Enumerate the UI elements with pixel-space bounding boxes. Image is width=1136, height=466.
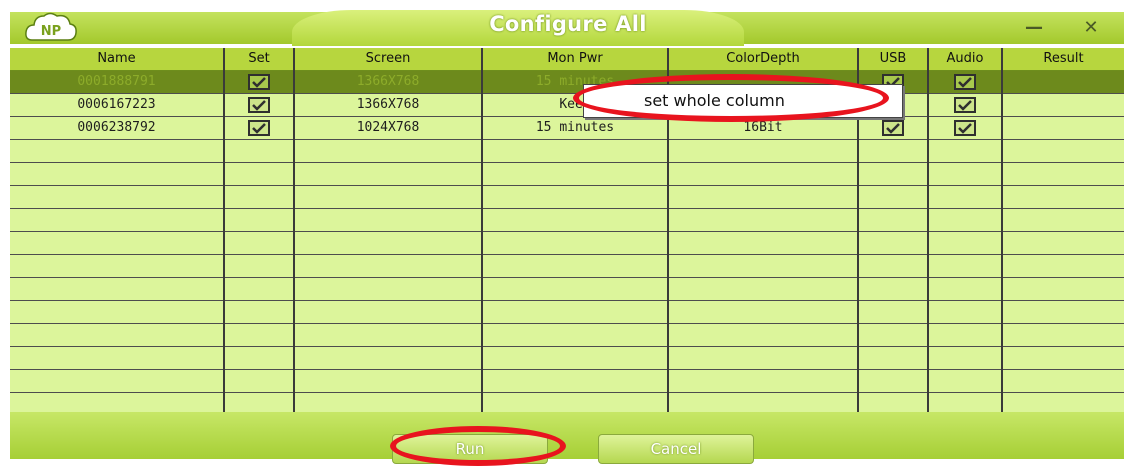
checkmark-icon [252, 77, 266, 88]
column-header-name[interactable]: Name [10, 51, 223, 66]
column-divider [481, 48, 483, 412]
set-checkbox[interactable] [248, 120, 270, 136]
table-row[interactable]: 0006167223 1366X768 Keep [10, 94, 1124, 117]
minimize-button[interactable]: — [1021, 18, 1047, 40]
set-checkbox[interactable] [248, 74, 270, 90]
cell-screen: 1024X768 [356, 120, 420, 135]
column-header-usb[interactable]: USB [859, 51, 927, 66]
table-header: Name Set Screen Mon Pwr ColorDepth USB A… [10, 48, 1124, 71]
table-row[interactable]: 0001888791 1366X768 15 minutes [10, 71, 1124, 94]
cancel-button[interactable]: Cancel [598, 434, 754, 464]
table-row[interactable] [10, 209, 1124, 232]
table-row[interactable] [10, 301, 1124, 324]
column-divider [1001, 48, 1003, 412]
configure-all-window: NP Configure All — ✕ Name Set Screen Mon… [0, 0, 1136, 466]
table-row[interactable] [10, 278, 1124, 301]
checkmark-icon [886, 123, 900, 134]
column-divider [927, 48, 929, 412]
run-button[interactable]: Run [392, 434, 548, 464]
cell-name: 0001888791 [77, 74, 156, 89]
table-row[interactable] [10, 232, 1124, 255]
bottom-bar [10, 412, 1124, 459]
audio-checkbox[interactable] [954, 74, 976, 90]
table-row[interactable] [10, 324, 1124, 347]
audio-checkbox[interactable] [954, 97, 976, 113]
close-button[interactable]: ✕ [1078, 18, 1104, 40]
checkmark-icon [252, 123, 266, 134]
column-header-result[interactable]: Result [1003, 51, 1124, 66]
column-header-mon-pwr[interactable]: Mon Pwr [483, 51, 667, 66]
cell-screen: 1366X768 [356, 97, 420, 112]
table-row[interactable] [10, 186, 1124, 209]
table-row[interactable] [10, 255, 1124, 278]
audio-checkbox[interactable] [954, 120, 976, 136]
device-table: Name Set Screen Mon Pwr ColorDepth USB A… [10, 48, 1124, 412]
context-menu: set whole column [583, 84, 903, 118]
table-row[interactable] [10, 393, 1124, 412]
cell-color-depth: 16Bit [743, 120, 783, 135]
column-header-screen[interactable]: Screen [295, 51, 481, 66]
checkmark-icon [252, 100, 266, 111]
table-row[interactable]: 0006238792 1024X768 15 minutes 16Bit [10, 117, 1124, 140]
table-row[interactable] [10, 347, 1124, 370]
cell-name: 0006238792 [77, 120, 156, 135]
set-checkbox[interactable] [248, 97, 270, 113]
menu-item-set-whole-column[interactable]: set whole column [644, 91, 785, 110]
window-title: Configure All [489, 12, 647, 36]
column-header-color-depth[interactable]: ColorDepth [669, 51, 857, 66]
cell-name: 0006167223 [77, 97, 156, 112]
column-divider [293, 48, 295, 412]
column-divider [223, 48, 225, 412]
checkmark-icon [958, 100, 972, 111]
column-header-set[interactable]: Set [225, 51, 293, 66]
checkmark-icon [958, 123, 972, 134]
table-row[interactable] [10, 163, 1124, 186]
table-row[interactable] [10, 140, 1124, 163]
table-row[interactable] [10, 370, 1124, 393]
usb-checkbox[interactable] [882, 120, 904, 136]
cell-screen: 1366X768 [356, 74, 420, 89]
cell-mon-pwr: 15 minutes [535, 120, 615, 135]
checkmark-icon [958, 77, 972, 88]
column-header-audio[interactable]: Audio [929, 51, 1001, 66]
